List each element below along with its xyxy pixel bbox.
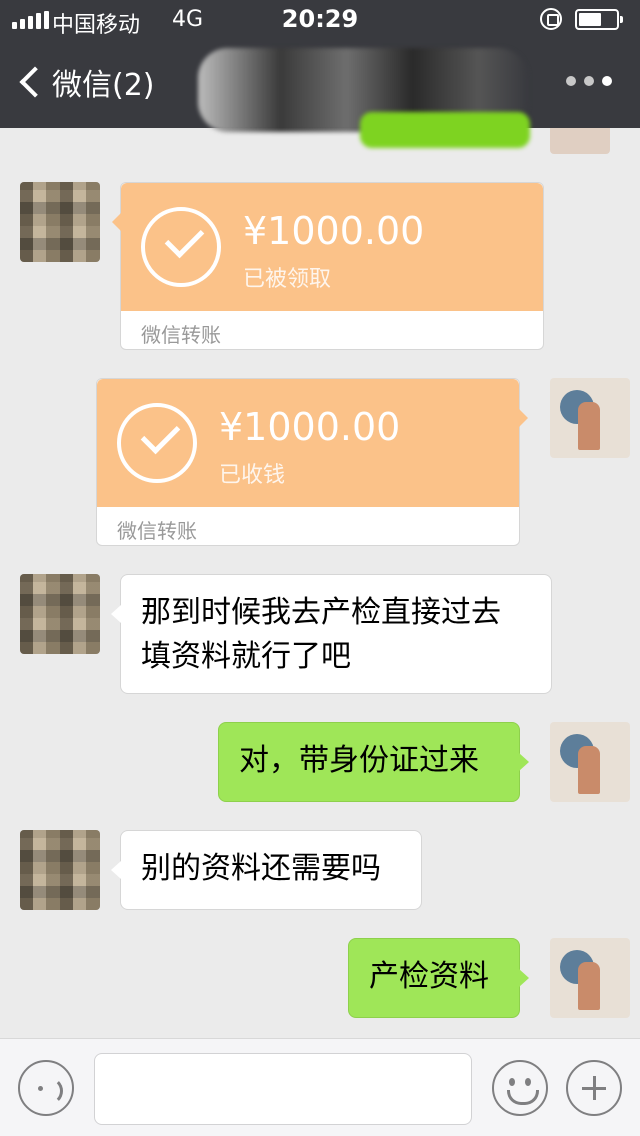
transfer-footer: 微信转账: [141, 323, 221, 347]
my-avatar[interactable]: [550, 378, 630, 458]
status-bar: 中国移动 4G 20:29: [0, 0, 640, 40]
transfer-card-sent[interactable]: ¥1000.00 已收钱 微信转账: [96, 378, 528, 546]
message-bubble-incoming[interactable]: 别的资料还需要吗: [111, 830, 422, 910]
avatar-partial: [550, 128, 610, 154]
message-input[interactable]: [94, 1053, 472, 1125]
transfer-footer: 微信转账: [117, 519, 197, 543]
message-line: 那到时候我去产检直接过去: [141, 595, 501, 630]
chevron-left-icon: [19, 66, 51, 98]
check-circle-icon: [141, 207, 221, 287]
my-avatar[interactable]: [550, 722, 630, 802]
transfer-card-received[interactable]: ¥1000.00 已被领取 微信转账: [112, 182, 544, 350]
battery-icon: [575, 9, 623, 30]
top-bar: 中国移动 4G 20:29 微信(2): [0, 0, 640, 132]
transfer-amount: ¥1000.00: [243, 209, 425, 253]
plus-icon[interactable]: [566, 1060, 622, 1116]
back-label: 微信(2): [52, 68, 155, 103]
emoji-icon[interactable]: [492, 1060, 548, 1116]
transfer-amount: ¥1000.00: [219, 405, 401, 449]
contact-avatar[interactable]: [20, 182, 100, 262]
message-line: 填资料就行了吧: [141, 639, 351, 674]
contact-avatar[interactable]: [20, 830, 100, 910]
message-text: 产检资料: [369, 959, 489, 994]
redaction-mark: [360, 112, 530, 148]
message-text: 别的资料还需要吗: [141, 851, 381, 886]
my-avatar[interactable]: [550, 938, 630, 1018]
message-text: 对，带身份证过来: [239, 743, 479, 778]
more-dots-icon[interactable]: [566, 76, 612, 86]
back-button[interactable]: 微信(2): [14, 56, 155, 108]
check-circle-icon: [117, 403, 197, 483]
input-bar: [0, 1038, 640, 1136]
contact-avatar[interactable]: [20, 574, 100, 654]
voice-icon[interactable]: [18, 1060, 74, 1116]
message-bubble-incoming[interactable]: 那到时候我去产检直接过去 填资料就行了吧: [111, 574, 552, 694]
transfer-status: 已被领取: [243, 267, 332, 292]
transfer-status: 已收钱: [219, 463, 286, 488]
rotation-lock-icon: [540, 8, 562, 30]
message-bubble-outgoing[interactable]: 产检资料: [348, 938, 529, 1018]
message-bubble-outgoing[interactable]: 对，带身份证过来: [218, 722, 529, 802]
